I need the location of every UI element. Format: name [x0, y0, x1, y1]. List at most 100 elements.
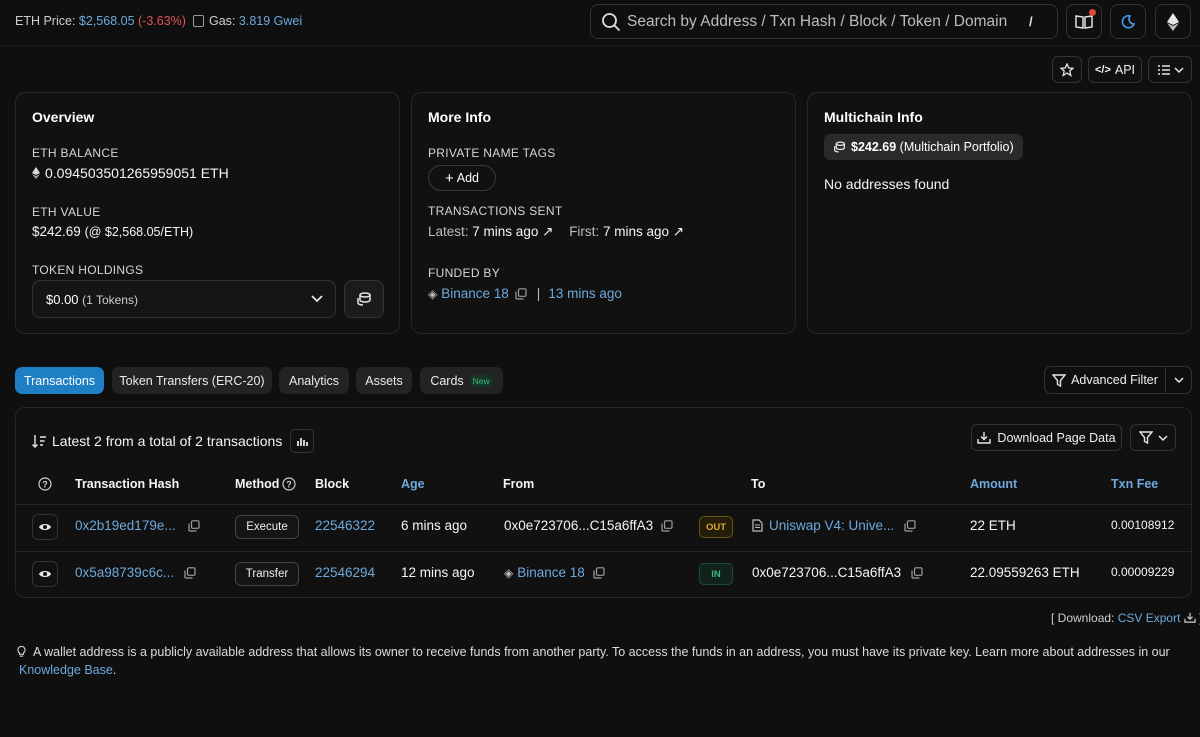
from-address-link[interactable]: Binance 18	[517, 565, 585, 580]
first-label: First:	[569, 224, 600, 239]
token-holdings-dropdown[interactable]: $0.00 (1 Tokens)	[32, 280, 336, 318]
advanced-filter-dropdown[interactable]	[1165, 367, 1192, 393]
favorite-button[interactable]	[1052, 56, 1082, 83]
block-link[interactable]: 22546294	[315, 565, 375, 580]
csv-export-link[interactable]: CSV Export	[1118, 611, 1181, 625]
eth-value-label: ETH VALUE	[32, 205, 101, 219]
search-icon	[602, 13, 621, 32]
ethereum-icon	[32, 167, 40, 179]
eth-value: $242.69 (@ $2,568.05/ETH)	[32, 224, 193, 239]
from-address: ◈ Binance 18	[504, 565, 605, 580]
private-tags-label: PRIVATE NAME TAGS	[428, 146, 556, 160]
bar-chart-icon	[297, 437, 309, 446]
info-icon[interactable]: ?	[282, 477, 297, 491]
tx-amount: 22.09559263 ETH	[970, 565, 1080, 580]
copy-icon[interactable]	[911, 566, 923, 579]
advanced-filter-button[interactable]: Advanced Filter	[1045, 367, 1165, 393]
search-box[interactable]: /	[590, 4, 1058, 39]
to-address: 0x0e723706...C15a6ffA3	[752, 565, 923, 580]
help-icon[interactable]: ?	[38, 477, 52, 491]
to-address-link[interactable]: Uniswap V4: Unive...	[769, 518, 894, 533]
tx-hash-link[interactable]: 0x2b19ed179e...	[75, 518, 176, 533]
arrow-up-right-icon[interactable]: ↗	[542, 224, 553, 239]
token-portfolio-button[interactable]	[344, 280, 384, 318]
address-info-note: A wallet address is a publicly available…	[15, 643, 1185, 679]
funded-separator: |	[536, 286, 541, 301]
copy-icon[interactable]	[904, 519, 916, 532]
copy-icon[interactable]	[184, 566, 196, 579]
download-label: Download Page Data	[997, 430, 1116, 445]
new-badge: New	[469, 374, 493, 387]
tx-hash-link[interactable]: 0x5a98739c6c...	[75, 565, 174, 580]
to-address-value: 0x0e723706...C15a6ffA3	[752, 565, 902, 580]
token-holdings-value: $0.00	[46, 292, 79, 307]
col-method: Method ?	[235, 477, 297, 491]
tab-assets[interactable]: Assets	[356, 367, 412, 394]
eth-price-value[interactable]: $2,568.05	[79, 14, 135, 28]
tab-cards-label: Cards	[430, 373, 464, 388]
preview-button[interactable]	[32, 514, 58, 540]
tab-token-transfers[interactable]: Token Transfers (ERC-20)	[112, 367, 272, 394]
chart-button[interactable]	[290, 429, 315, 453]
col-transaction-hash: Transaction Hash	[75, 477, 180, 491]
knowledge-book-button[interactable]	[1066, 4, 1102, 39]
arrow-up-right-icon[interactable]: ↗	[673, 224, 684, 239]
multichain-empty: No addresses found	[824, 176, 950, 192]
funded-time-link[interactable]: 13 mins ago	[548, 286, 622, 301]
preview-button[interactable]	[32, 561, 58, 587]
col-amount[interactable]: Amount	[970, 477, 1017, 491]
tx-sent-label: TRANSACTIONS SENT	[428, 204, 563, 218]
svg-text:?: ?	[42, 480, 48, 490]
binance-icon: ◈	[504, 565, 514, 580]
more-options-button[interactable]	[1148, 56, 1192, 83]
portfolio-label: (Multichain Portfolio)	[899, 140, 1014, 154]
latest-tx-link[interactable]: 7 mins ago	[472, 224, 538, 239]
copy-icon[interactable]	[515, 287, 527, 300]
search-input[interactable]	[627, 11, 1007, 33]
book-icon	[1075, 14, 1093, 29]
latest-label: Latest:	[428, 224, 469, 239]
method-badge: Transfer	[235, 562, 299, 586]
tab-cards[interactable]: Cards New	[420, 367, 503, 394]
list-icon	[1157, 64, 1170, 75]
tx-hash: 0x5a98739c6c...	[75, 565, 196, 580]
binance-icon: ◈	[428, 286, 438, 301]
add-name-tag-button[interactable]: + Add	[428, 165, 496, 191]
filter-icon	[1052, 373, 1067, 387]
theme-toggle-button[interactable]	[1110, 4, 1146, 39]
chevron-down-icon	[311, 295, 323, 303]
export-prefix: [ Download:	[1051, 611, 1115, 625]
knowledge-base-link[interactable]: Knowledge Base	[19, 663, 113, 677]
gas-label: Gas:	[209, 14, 236, 28]
filter-button[interactable]	[1130, 424, 1176, 451]
network-button[interactable]	[1155, 4, 1191, 39]
overview-title: Overview	[32, 109, 95, 125]
col-age[interactable]: Age	[401, 477, 425, 491]
top-bar: ETH Price: $2,568.05 (-3.63%) Gas: 3.819…	[0, 0, 1200, 46]
funded-by-link[interactable]: Binance 18	[441, 286, 509, 301]
direction-badge: OUT	[699, 516, 733, 538]
api-button[interactable]: </> API	[1088, 56, 1142, 83]
token-holdings-count: (1 Tokens)	[82, 293, 138, 307]
copy-icon[interactable]	[661, 519, 673, 532]
copy-icon[interactable]	[593, 566, 605, 579]
overview-card: Overview ETH BALANCE 0.09450350126595905…	[15, 92, 400, 334]
first-tx-link[interactable]: 7 mins ago	[603, 224, 669, 239]
tab-transactions[interactable]: Transactions	[15, 367, 104, 394]
chevron-down-icon	[1173, 66, 1184, 73]
gas-value[interactable]: 3.819 Gwei	[239, 14, 302, 28]
tx-fee: 0.00108912	[1111, 518, 1175, 532]
filter-icon	[1138, 431, 1153, 444]
eth-balance-value: 0.094503501265959051 ETH	[45, 165, 229, 181]
tab-analytics[interactable]: Analytics	[279, 367, 349, 394]
table-row: 0x2b19ed179e... Execute 22546322 6 mins …	[16, 505, 1191, 551]
download-page-data-button[interactable]: Download Page Data	[971, 424, 1122, 451]
copy-icon[interactable]	[187, 519, 200, 532]
eth-balance: 0.094503501265959051 ETH	[32, 165, 229, 181]
multichain-portfolio-button[interactable]: $242.69 (Multichain Portfolio)	[824, 134, 1023, 160]
block-link[interactable]: 22546322	[315, 518, 375, 533]
col-txn-fee[interactable]: Txn Fee	[1111, 477, 1158, 491]
multichain-card: Multichain Info $242.69 (Multichain Port…	[807, 92, 1192, 334]
from-address-link[interactable]: 0x0e723706...C15a6ffA3	[504, 518, 653, 533]
download-icon[interactable]	[1184, 612, 1196, 623]
